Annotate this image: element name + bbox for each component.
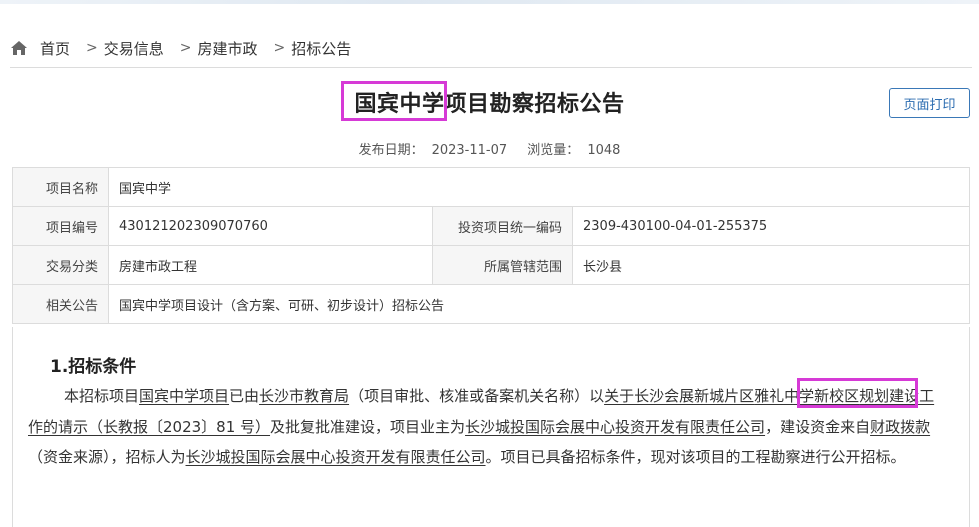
text-segment: 及批复批准建设，项目业主为 [270, 417, 466, 436]
related-notice-link[interactable]: 国宾中学项目设计（含方案、可研、初步设计）招标公告 [108, 284, 970, 324]
project-no-label: 项目编号 [12, 206, 109, 246]
section-title: 1.招标条件 [50, 357, 137, 377]
breadcrumb-separator: > [86, 40, 98, 56]
views-count: 1048 [587, 143, 621, 158]
highlight-school-text: 雅礼中学新校区 [754, 387, 860, 405]
breadcrumb-separator: > [179, 40, 192, 56]
tenderer-underlined: 长沙城投国际会展中心投资开发有限责任公司 [185, 448, 486, 466]
related-notice-label: 相关公告 [12, 284, 109, 324]
table-row: 交易分类 房建市政工程 所属管辖范围 长沙县 [12, 245, 970, 285]
publish-date-label: 发布日期： [358, 143, 424, 158]
scope-value: 长沙县 [572, 245, 970, 285]
home-icon[interactable] [10, 39, 28, 57]
project-name-label: 项目名称 [12, 167, 109, 207]
print-page-button[interactable]: 页面打印 [889, 88, 970, 118]
scope-label: 所属管辖范围 [432, 245, 573, 285]
text-segment: 关于长沙会展新城片区 [604, 387, 755, 405]
text-segment: （资金来源），招标人为 [28, 448, 186, 466]
breadcrumb-home[interactable]: 首页 [40, 38, 70, 59]
text-segment: 。项目已具备招标条件，现对该项目的工程勘察进行公开招标。 [485, 448, 906, 466]
project-name-value: 国宾中学 [108, 167, 970, 207]
invest-code-value: 2309-430100-04-01-255375 [572, 206, 970, 246]
title-wrap: 国宾中学项目勘察招标公告 [0, 86, 979, 118]
publish-date: 2023-11-07 [431, 143, 508, 158]
project-no-value: 430121202309070760 [108, 206, 433, 246]
tender-conditions-paragraph: 本招标项目国宾中学项目已由长沙市教育局（项目审批、核准或备案机关名称）以关于长沙… [28, 381, 948, 473]
table-row: 项目编号 430121202309070760 投资项目统一编码 2309-43… [12, 206, 970, 246]
project-owner-underlined: 长沙城投国际会展中心投资开发有限责任公司 [465, 417, 766, 436]
breadcrumb-construction[interactable]: 房建市政 [198, 38, 258, 59]
text-segment: 本招标项目 [64, 387, 140, 405]
title-rest-text: 项目勘察招标公告 [444, 92, 625, 117]
page-title: 国宾中学项目勘察招标公告 [354, 86, 624, 118]
breadcrumb-tender-notice[interactable]: 招标公告 [291, 38, 351, 59]
category-label: 交易分类 [12, 245, 109, 285]
text-segment: ，建设资金来自 [765, 417, 871, 436]
fund-source-underlined: 财政拨款 [870, 417, 931, 436]
category-value: 房建市政工程 [108, 245, 433, 285]
approval-authority-underlined: 长沙市教育局 [259, 387, 350, 405]
breadcrumb-separator: > [273, 40, 286, 56]
table-row: 项目名称 国宾中学 [12, 167, 970, 207]
project-name-underlined: 国宾中学项目 [139, 387, 230, 405]
table-row: 相关公告 国宾中学项目设计（含方案、可研、初步设计）招标公告 [12, 284, 970, 324]
breadcrumb-trade-info[interactable]: 交易信息 [104, 38, 164, 59]
breadcrumb-divider [10, 67, 972, 68]
text-segment: 已由 [229, 387, 260, 405]
views-label: 浏览量： [527, 143, 580, 158]
text-segment: （项目审批、核准或备案机关名称）以 [349, 387, 605, 405]
top-banner-strip [0, 0, 979, 4]
breadcrumb: 首页 > 交易信息 > 房建市政 > 招标公告 [10, 36, 351, 60]
project-info-table: 项目名称 国宾中学 项目编号 430121202309070760 投资项目统一… [12, 167, 970, 324]
title-highlight-text: 国宾中学 [354, 92, 445, 117]
publish-meta: 发布日期： 2023-11-07 浏览量： 1048 [0, 139, 979, 158]
invest-code-label: 投资项目统一编码 [432, 206, 573, 246]
